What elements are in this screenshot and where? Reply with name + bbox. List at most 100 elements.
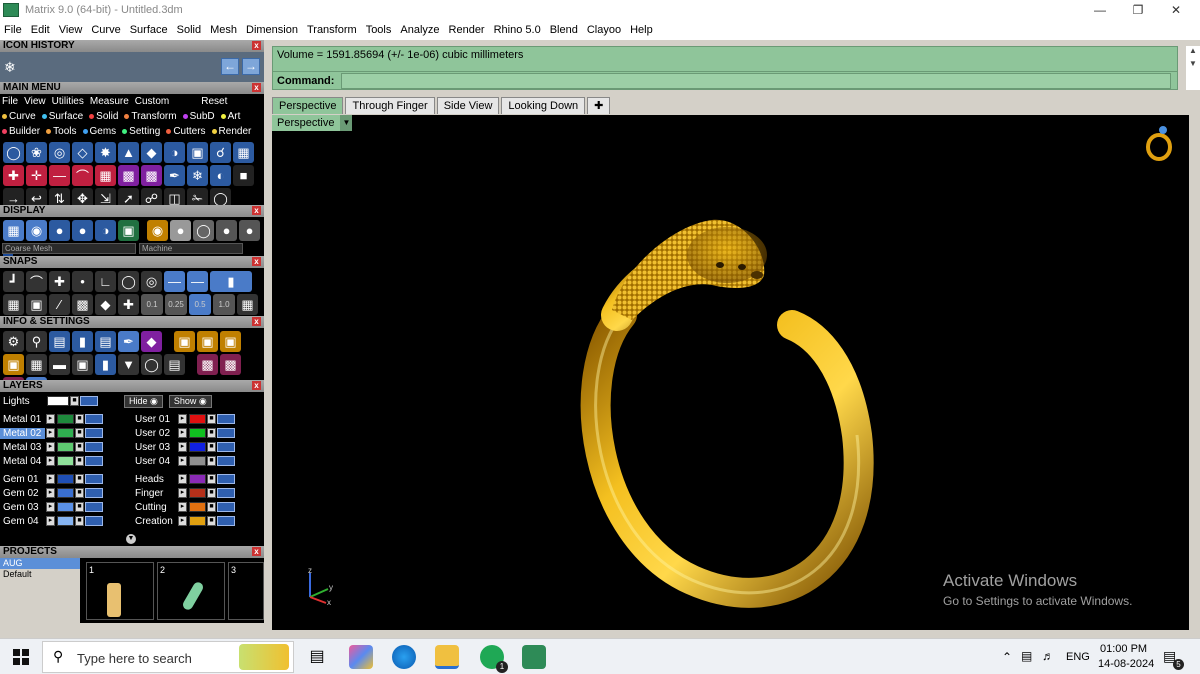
mm-tools[interactable]: Tools xyxy=(46,126,77,137)
snap-proj-icon[interactable]: ✚ xyxy=(118,294,139,315)
lock-icon[interactable]: ■ xyxy=(207,442,216,452)
menu-view[interactable]: View xyxy=(59,24,83,36)
ghosted-icon[interactable]: ◉ xyxy=(26,220,47,241)
matte-env-icon[interactable]: ● xyxy=(239,220,260,241)
mm-curve[interactable]: Curve xyxy=(2,111,36,122)
mm-solid[interactable]: Solid xyxy=(89,111,118,122)
signet-tool-icon[interactable]: ▣ xyxy=(187,142,208,163)
visibility-toggle[interactable] xyxy=(85,442,103,452)
menu-transform[interactable]: Transform xyxy=(307,24,357,36)
mm-view[interactable]: View xyxy=(24,96,46,107)
snap-planar-icon[interactable]: ▮ xyxy=(210,271,252,292)
edge-icon[interactable] xyxy=(392,645,416,669)
layer-color[interactable] xyxy=(189,488,206,498)
mm-setting[interactable]: Setting xyxy=(122,126,160,137)
technical-icon[interactable]: ▣ xyxy=(118,220,139,241)
menu-analyze[interactable]: Analyze xyxy=(400,24,439,36)
select-icon[interactable]: ◯ xyxy=(141,354,162,375)
layer-color[interactable] xyxy=(189,474,206,484)
snap-perp-icon[interactable]: ◎ xyxy=(141,271,162,292)
layer-color[interactable] xyxy=(57,474,74,484)
rendered-icon[interactable]: ● xyxy=(72,220,93,241)
gem-tool-icon[interactable]: ◆ xyxy=(141,142,162,163)
cage-tool-icon[interactable]: ▦ xyxy=(95,165,116,186)
project-thumb-3[interactable]: 3 xyxy=(228,562,264,620)
snap-grid-icon[interactable]: ▦ xyxy=(3,294,24,315)
lock-icon[interactable]: ■ xyxy=(207,414,216,424)
command-input[interactable] xyxy=(341,73,1171,89)
close-icon[interactable]: x xyxy=(252,83,261,92)
restore-icon[interactable]: ❐ xyxy=(1120,0,1156,20)
menu-curve[interactable]: Curve xyxy=(91,24,120,36)
layer-color[interactable] xyxy=(57,456,74,466)
scroll-down-icon[interactable]: ▼ xyxy=(1186,59,1200,68)
visibility-toggle[interactable] xyxy=(85,414,103,424)
snap-quad-icon[interactable]: — xyxy=(187,271,208,292)
mm-measure[interactable]: Measure xyxy=(90,96,129,107)
tab-through-finger[interactable]: Through Finger xyxy=(345,97,435,114)
mm-builder[interactable]: Builder xyxy=(2,126,40,137)
expand-icon[interactable]: ▸ xyxy=(46,474,55,484)
snap-value-3[interactable]: 1.0 xyxy=(213,294,235,315)
mm-transform[interactable]: Transform xyxy=(124,111,177,122)
layer-row[interactable]: Metal 01 ▸ ■ xyxy=(0,412,132,426)
visibility-toggle[interactable] xyxy=(85,428,103,438)
close-icon[interactable]: x xyxy=(252,257,261,266)
layer-color[interactable] xyxy=(189,442,206,452)
layout-b-icon[interactable]: ▣ xyxy=(197,331,218,352)
visibility-toggle[interactable] xyxy=(217,414,235,424)
menu-blend[interactable]: Blend xyxy=(550,24,578,36)
display-material-select[interactable]: Machine xyxy=(139,243,243,254)
weight-info-icon[interactable]: ▮ xyxy=(72,331,93,352)
layer-row[interactable]: Heads ▸ ■ xyxy=(132,472,264,486)
menu-solid[interactable]: Solid xyxy=(177,24,201,36)
menu-rhino[interactable]: Rhino 5.0 xyxy=(494,24,541,36)
matrix-taskbar-icon[interactable] xyxy=(522,645,546,669)
visibility-toggle[interactable] xyxy=(85,456,103,466)
mm-art[interactable]: Art xyxy=(220,111,240,122)
layer-color[interactable] xyxy=(57,516,74,526)
volume-icon[interactable]: ♬ xyxy=(1042,649,1054,663)
close-icon[interactable]: x xyxy=(252,381,261,390)
visibility-toggle[interactable] xyxy=(217,502,235,512)
split-tool-icon[interactable]: ■ xyxy=(233,165,254,186)
layer-row[interactable]: Gem 04 ▸ ■ xyxy=(0,514,132,528)
mm-cutters[interactable]: Cutters xyxy=(166,126,206,137)
layer-color[interactable] xyxy=(57,442,74,452)
history-back-icon[interactable]: ← xyxy=(221,58,239,75)
doc-info-icon[interactable]: ▤ xyxy=(95,331,116,352)
layer-row[interactable]: Metal 03 ▸ ■ xyxy=(0,440,132,454)
lock-icon[interactable]: ■ xyxy=(207,428,216,438)
gold-material-icon[interactable]: ◉ xyxy=(147,220,168,241)
minimize-panel-icon[interactable]: ▬ xyxy=(49,354,70,375)
lock-icon[interactable]: ■ xyxy=(207,474,216,484)
visibility-toggle[interactable] xyxy=(217,516,235,526)
snap-value-2[interactable]: 0.5 xyxy=(189,294,211,315)
lock-icon[interactable]: ■ xyxy=(75,488,84,498)
expand-icon[interactable]: ▸ xyxy=(178,488,187,498)
filter-icon[interactable]: ▼ xyxy=(118,354,139,375)
layer-row[interactable]: Finger ▸ ■ xyxy=(132,486,264,500)
snap-mid-icon[interactable]: • xyxy=(72,271,93,292)
layer-color[interactable] xyxy=(57,488,74,498)
snap-int-icon[interactable]: ◯ xyxy=(118,271,139,292)
lock-icon[interactable]: ■ xyxy=(75,474,84,484)
show-button[interactable]: Show ◉ xyxy=(168,394,212,408)
windows-start-icon[interactable] xyxy=(13,649,29,665)
project-thumb-1[interactable]: 1 xyxy=(86,562,154,620)
minimize-icon[interactable]: — xyxy=(1082,0,1118,20)
layer-color[interactable] xyxy=(47,396,69,406)
layer-row[interactable]: User 03 ▸ ■ xyxy=(132,440,264,454)
snap-value-0[interactable]: 0.1 xyxy=(141,294,163,315)
expand-icon[interactable]: ▸ xyxy=(178,442,187,452)
lock-icon[interactable]: ■ xyxy=(207,488,216,498)
scatter-tool-icon[interactable]: ❄ xyxy=(187,165,208,186)
pave-tool-icon[interactable]: ▩ xyxy=(118,165,139,186)
layer-row[interactable]: Cutting ▸ ■ xyxy=(132,500,264,514)
snap-ortho-icon[interactable]: ▣ xyxy=(26,294,47,315)
hide-button[interactable]: Hide ◉ xyxy=(124,394,163,408)
expand-icon[interactable]: ▸ xyxy=(46,516,55,526)
chevron-up-icon[interactable]: ⌃ xyxy=(1002,650,1012,664)
tab-side-view[interactable]: Side View xyxy=(436,97,500,114)
expand-icon[interactable]: ▸ xyxy=(46,502,55,512)
